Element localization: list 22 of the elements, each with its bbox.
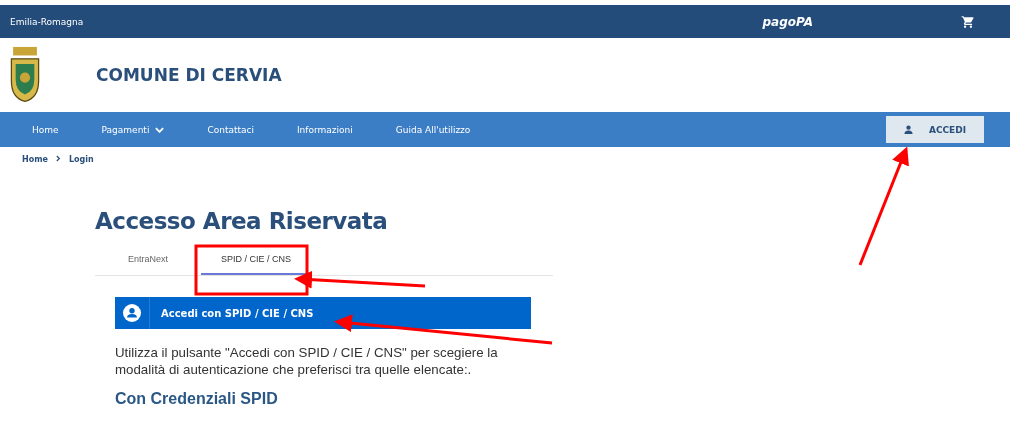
tab[interactable]: SPID / CIE / CNS: [201, 248, 312, 275]
tab[interactable]: EntraNext: [128, 248, 169, 275]
nav-link[interactable]: Home: [32, 124, 59, 135]
spid-login-button[interactable]: Accedi con SPID / CIE / CNS: [115, 297, 531, 329]
breadcrumb-link[interactable]: Home: [22, 155, 48, 164]
login-button[interactable]: ACCEDI: [886, 116, 984, 143]
page-title: Accesso Area Riservata: [95, 208, 389, 234]
user-icon: [903, 125, 913, 134]
municipality-title: COMUNE DI CERVIA: [96, 65, 282, 85]
pagopa-logo[interactable]: pagoPA: [762, 14, 813, 29]
description-text: Utilizza il pulsante "Accedi con SPID / CIE / CNS" per scegiere la modalità di autenticazione che preferisci tra quelle elencate:.: [115, 344, 499, 378]
nav-link[interactable]: Guida All'utilizzo: [395, 124, 471, 135]
cart-icon[interactable]: [961, 14, 975, 29]
nav-link[interactable]: Contattaci: [207, 124, 254, 135]
section-heading: Con Credenziali SPID: [115, 390, 279, 408]
nav-link[interactable]: Informazioni: [296, 124, 353, 135]
user-icon: [123, 304, 141, 322]
breadcrumb-separator-icon: [55, 155, 61, 164]
nav-link[interactable]: Pagamenti: [101, 124, 165, 135]
region-name: Emilia-Romagna: [10, 16, 85, 27]
breadcrumb-link[interactable]: Login: [68, 155, 94, 164]
chevron-down-icon: [155, 126, 165, 133]
